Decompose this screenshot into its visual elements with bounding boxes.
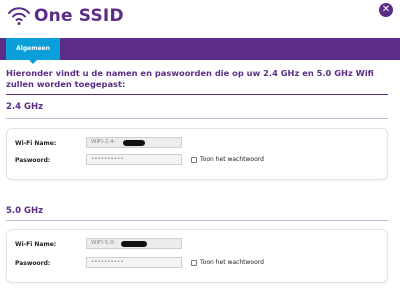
wifi-name-2-4-field: WIFI-2.4- — [86, 137, 182, 148]
show-password-label: Toon het wachtwoord — [200, 156, 264, 163]
password-value: •••••••••• — [91, 156, 124, 162]
show-password-label: Toon het wachtwoord — [200, 259, 264, 266]
wifi-5-0-card: Wi-Fi Name: WIFI-5.0- Paswoord: ••••••••… — [6, 229, 388, 283]
divider — [6, 220, 388, 221]
section-title-5-0-ghz: 5.0 GHz — [6, 206, 44, 216]
password-label: Paswoord: — [15, 260, 51, 267]
redaction-mark — [121, 241, 147, 247]
show-password-2-4-checkbox[interactable] — [191, 157, 197, 163]
show-password-5-0-checkbox[interactable] — [191, 260, 197, 266]
section-title-2-4-ghz: 2.4 GHz — [6, 102, 44, 112]
password-label: Paswoord: — [15, 157, 51, 164]
wifi-name-value: WIFI-5.0- — [91, 240, 116, 246]
redaction-mark — [123, 140, 145, 146]
tab-bar: Algemeen — [0, 38, 400, 64]
divider — [6, 94, 388, 95]
divider — [6, 118, 388, 119]
close-icon[interactable]: ✕ — [379, 3, 393, 17]
wifi-name-label: Wi-Fi Name: — [15, 241, 57, 248]
password-value: •••••••••• — [91, 259, 124, 265]
one-ssid-dialog: One SSID ✕ Algemeen Hieronder vindt u de… — [0, 0, 400, 295]
wifi-2-4-card: Wi-Fi Name: WIFI-2.4- Paswoord: ••••••••… — [6, 128, 388, 180]
active-tab-indicator — [29, 60, 37, 64]
dialog-header: One SSID ✕ — [0, 0, 400, 34]
app-title: One SSID — [34, 6, 124, 26]
wifi-name-label: Wi-Fi Name: — [15, 140, 57, 147]
tab-algemeen[interactable]: Algemeen — [6, 38, 60, 60]
intro-heading: Hieronder vindt u de namen en paswoorden… — [6, 68, 374, 89]
wifi-signal-icon — [8, 7, 30, 25]
wifi-name-5-0-field: WIFI-5.0- — [86, 238, 182, 249]
password-2-4-field[interactable]: •••••••••• — [86, 154, 182, 165]
password-5-0-field[interactable]: •••••••••• — [86, 257, 182, 268]
wifi-name-value: WIFI-2.4- — [91, 139, 116, 145]
